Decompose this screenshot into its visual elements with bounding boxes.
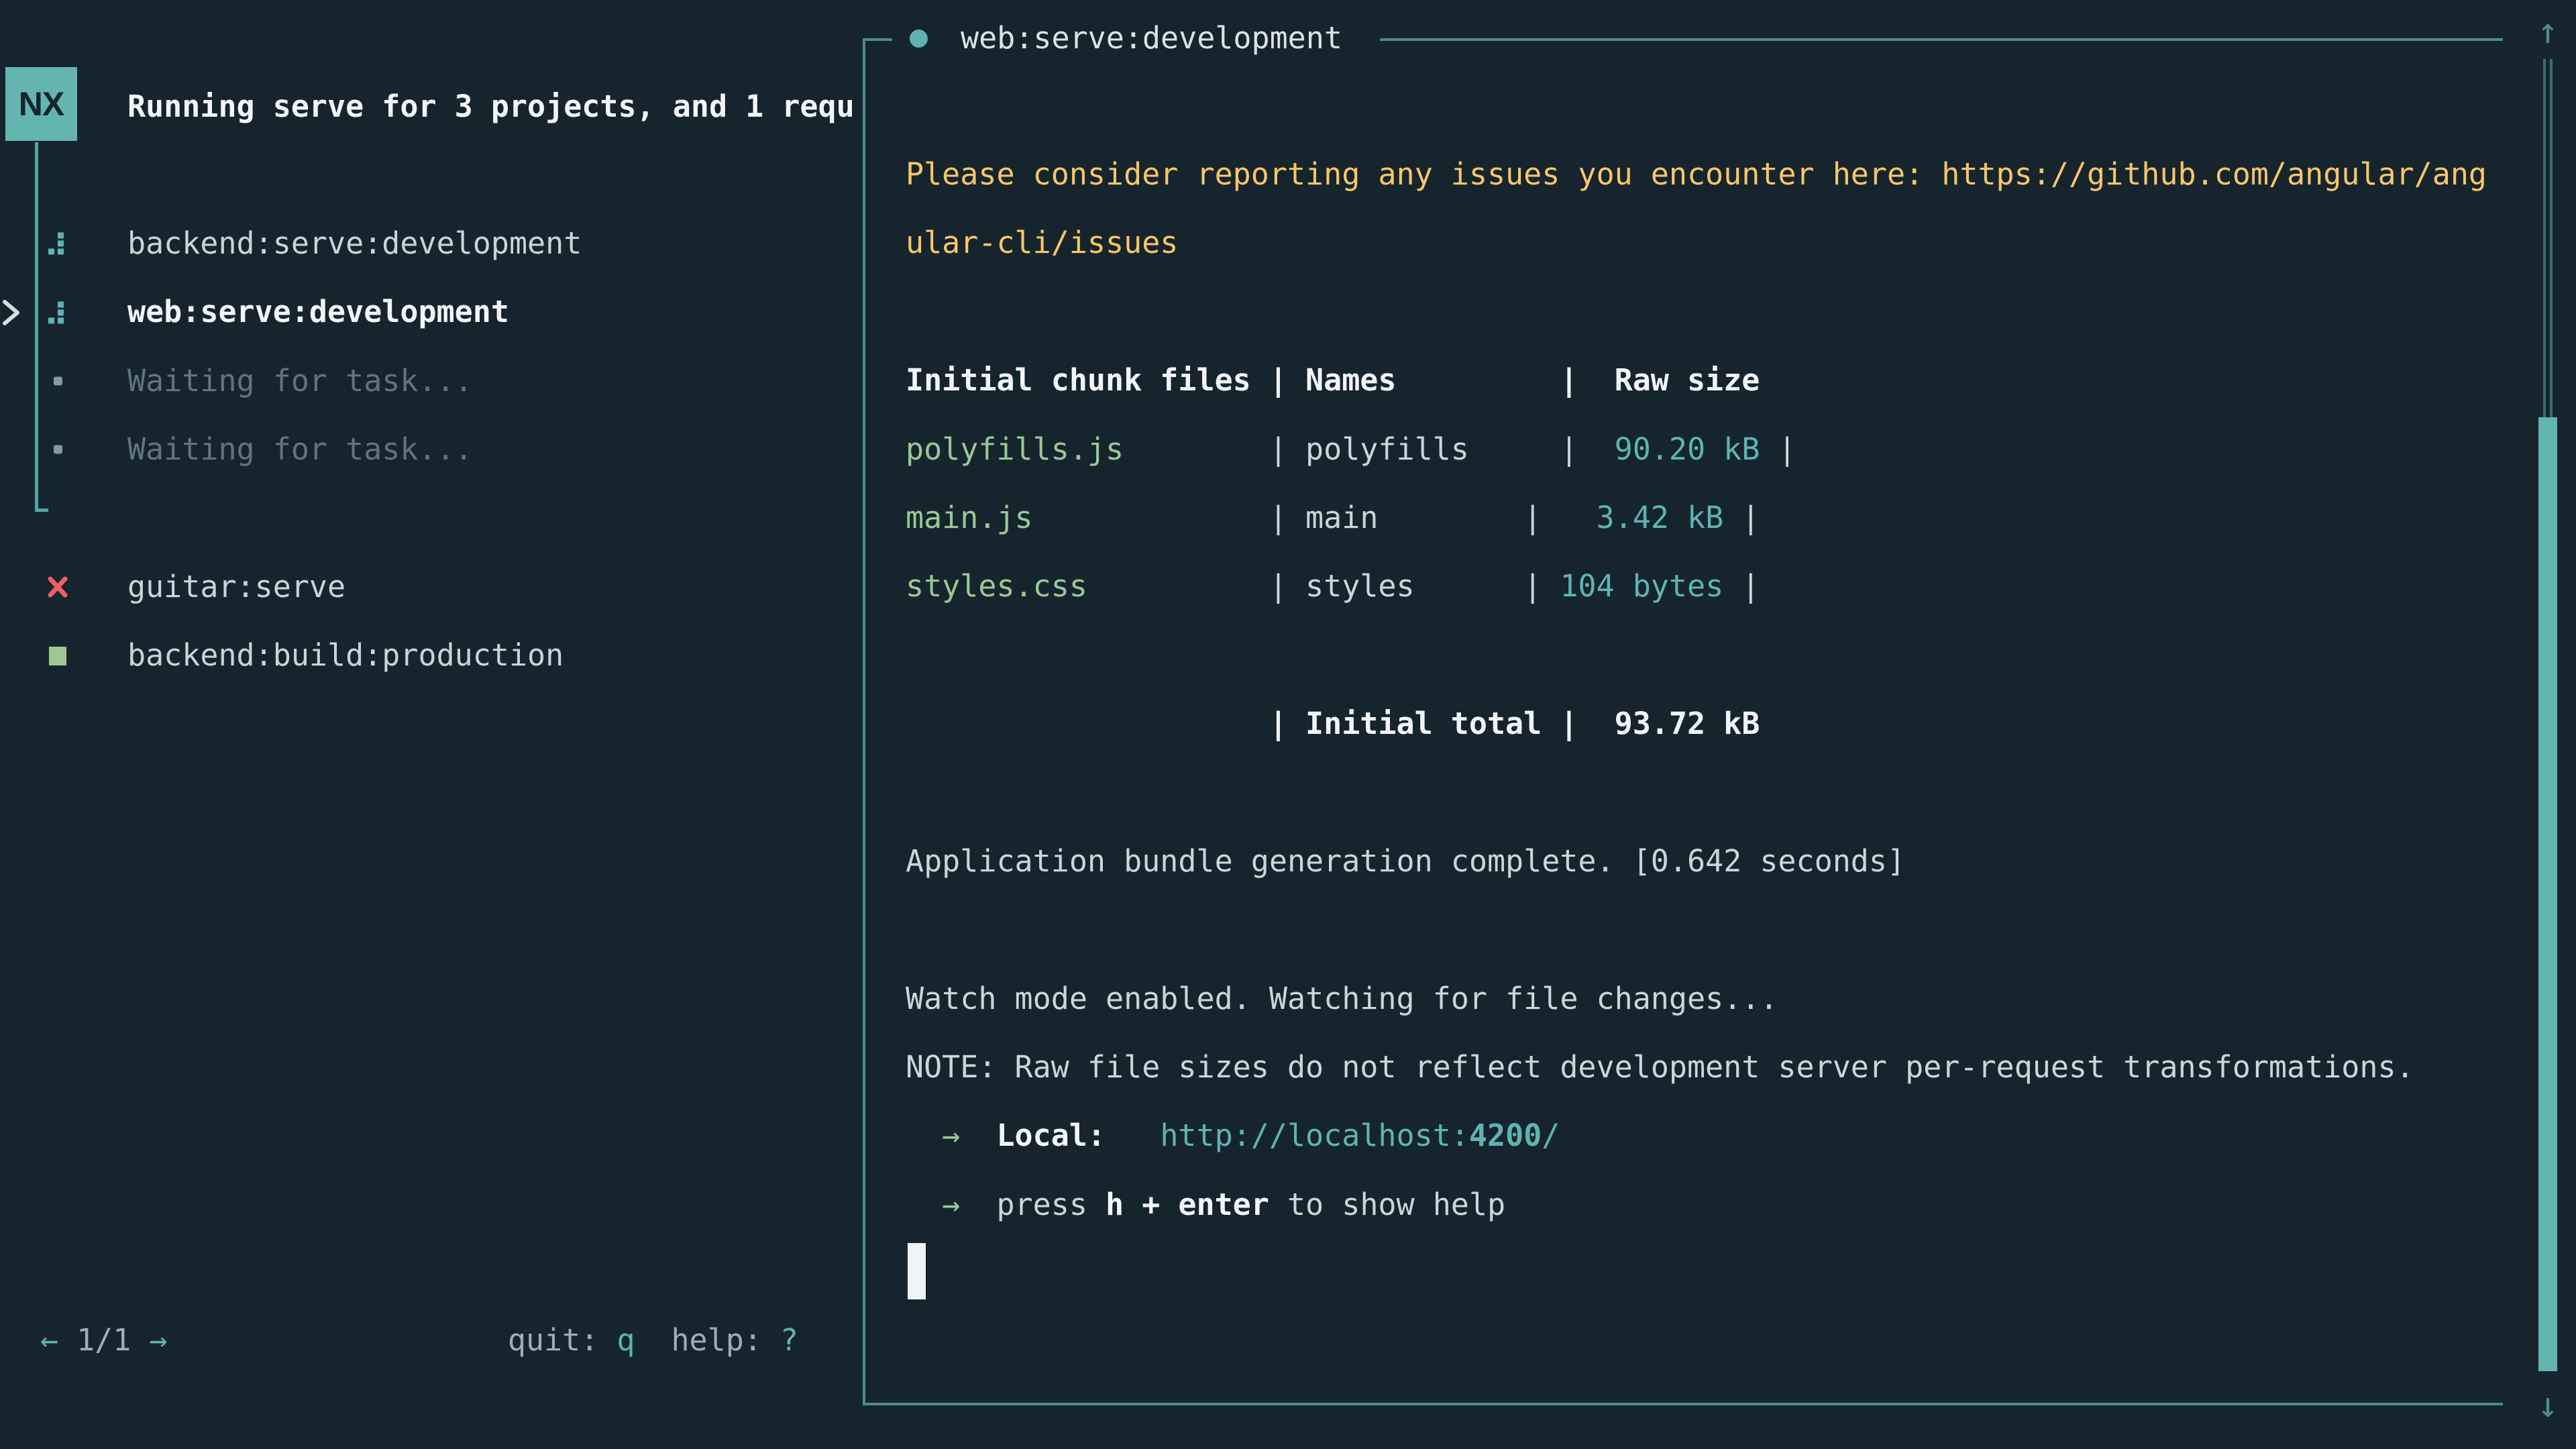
- task-label: web:serve:development: [127, 278, 509, 346]
- terminal-line: styles.css | styles | 104 bytes |: [906, 552, 2516, 621]
- task-label: Waiting for task...: [127, 415, 473, 484]
- task-row[interactable]: web:serve:development: [0, 278, 863, 346]
- page-next-arrow[interactable]: →: [149, 1322, 167, 1358]
- task-label: Waiting for task...: [127, 347, 473, 415]
- selected-chevron-icon: [1, 297, 21, 328]
- waiting-dot-icon: [54, 445, 62, 454]
- quit-shortcut-key: q: [616, 1322, 635, 1358]
- help-hint: to show help: [1269, 1187, 1505, 1222]
- chunk-size: 3.42 kB: [1542, 500, 1723, 535]
- chunk-size: 104 bytes: [1542, 568, 1723, 604]
- terminal-cursor: [908, 1243, 926, 1299]
- local-url-link[interactable]: /: [1542, 1118, 1560, 1153]
- chunk-name: | styles |: [1087, 568, 1542, 604]
- waiting-dot-icon: [54, 376, 62, 385]
- panel-border-left: [863, 38, 865, 1405]
- note-message: NOTE: Raw file sizes do not reflect deve…: [906, 1049, 2414, 1085]
- scroll-down-icon[interactable]: ↓: [2528, 1382, 2568, 1429]
- watch-mode-message: Watch mode enabled. Watching for file ch…: [906, 981, 1778, 1016]
- terminal-line: Application bundle generation complete. …: [906, 827, 2516, 896]
- success-square-icon: [49, 647, 66, 665]
- terminal-line: Initial chunk files | Names | Raw size: [906, 346, 2516, 415]
- terminal-line: polyfills.js | polyfills | 90.20 kB |: [906, 415, 2516, 484]
- terminal-line: NOTE: Raw file sizes do not reflect deve…: [906, 1033, 2516, 1102]
- terminal-line: [906, 759, 2516, 827]
- terminal-line: ular-cli/issues: [906, 209, 2516, 277]
- table-header: Initial chunk files | Names | Raw size: [906, 362, 1760, 398]
- tasks-summary-title: Running serve for 3 projects, and 1 requ: [127, 72, 865, 141]
- bundle-complete-message: Application bundle generation complete. …: [906, 843, 1905, 879]
- help-hint: press: [996, 1187, 1106, 1222]
- help-hint-keys: h + enter: [1106, 1187, 1269, 1222]
- chunk-file: polyfills.js: [906, 431, 1124, 467]
- issue-report-url[interactable]: Please consider reporting any issues you…: [906, 156, 2487, 192]
- quit-shortcut-label: quit:: [508, 1322, 598, 1358]
- initial-total: | Initial total | 93.72 kB: [906, 706, 1760, 741]
- terminal-output: Please consider reporting any issues you…: [906, 140, 2516, 1239]
- panel-title: web:serve:development: [961, 4, 1342, 72]
- scrollbar-thumb[interactable]: [2538, 417, 2557, 1371]
- scrollbar-track[interactable]: [2550, 59, 2553, 417]
- bottom-bar: ← 1/1 → quit: q help:?: [40, 1305, 798, 1374]
- chunk-size: 90.20 kB: [1578, 431, 1760, 467]
- table-pipe: |: [1723, 568, 1760, 604]
- panel-border-top: [1380, 38, 2503, 41]
- help-shortcut-label: help:: [671, 1322, 761, 1358]
- task-row[interactable]: backend:build:production: [0, 621, 863, 690]
- terminal-line: → Local: http://localhost:4200/: [906, 1102, 2516, 1170]
- help-shortcut-key: ?: [780, 1322, 798, 1358]
- terminal-line: → press h + enter to show help: [906, 1171, 2516, 1239]
- terminal-line: Please consider reporting any issues you…: [906, 140, 2516, 209]
- chunk-file: main.js: [906, 500, 1033, 535]
- task-label: backend:serve:development: [127, 209, 582, 278]
- page-prev-arrow[interactable]: ←: [40, 1322, 58, 1358]
- table-pipe: |: [1723, 500, 1760, 535]
- terminal-line: [906, 278, 2516, 346]
- keyboard-shortcuts: quit: q help:?: [508, 1322, 798, 1358]
- scrollbar-track[interactable]: [2543, 59, 2546, 417]
- panel-border-bottom: [863, 1403, 2503, 1405]
- terminal-line: Watch mode enabled. Watching for file ch…: [906, 965, 2516, 1033]
- pagination: ← 1/1 →: [40, 1322, 167, 1358]
- scroll-up-icon[interactable]: ↑: [2528, 8, 2568, 55]
- spinner-icon: [47, 233, 65, 255]
- run-arrow-icon: →: [906, 1187, 996, 1222]
- panel-border-top: [863, 38, 892, 41]
- run-arrow-icon: →: [906, 1118, 996, 1153]
- issue-report-url[interactable]: ular-cli/issues: [906, 225, 1178, 260]
- spinner-icon: [47, 301, 65, 323]
- status-dot-icon: [910, 30, 928, 48]
- terminal-line: | Initial total | 93.72 kB: [906, 690, 2516, 758]
- chunk-name: | main |: [1033, 500, 1542, 535]
- task-label: guitar:serve: [127, 553, 345, 621]
- terminal-line: [906, 621, 2516, 690]
- chunk-name: | polyfills |: [1124, 431, 1578, 467]
- terminal-line: [906, 896, 2516, 964]
- table-pipe: |: [1760, 431, 1796, 467]
- page-indicator: 1/1: [76, 1322, 131, 1358]
- task-list: backend:serve:development web:serve:deve…: [0, 209, 863, 690]
- task-row[interactable]: guitar:serve: [0, 553, 863, 621]
- spacer: [1106, 1118, 1160, 1153]
- task-row[interactable]: Waiting for task...: [0, 415, 863, 484]
- nx-terminal-ui: NX Running serve for 3 projects, and 1 r…: [0, 0, 2576, 1449]
- local-url-link[interactable]: http://localhost:: [1160, 1118, 1469, 1153]
- task-row[interactable]: Waiting for task...: [0, 347, 863, 415]
- nx-logo: NX: [5, 67, 77, 141]
- error-x-icon: [47, 576, 68, 598]
- task-label: backend:build:production: [127, 621, 564, 690]
- chunk-file: styles.css: [906, 568, 1087, 604]
- local-url-port[interactable]: 4200: [1469, 1118, 1542, 1153]
- local-label: Local:: [996, 1118, 1106, 1153]
- terminal-line: main.js | main | 3.42 kB |: [906, 484, 2516, 552]
- task-row[interactable]: backend:serve:development: [0, 209, 863, 278]
